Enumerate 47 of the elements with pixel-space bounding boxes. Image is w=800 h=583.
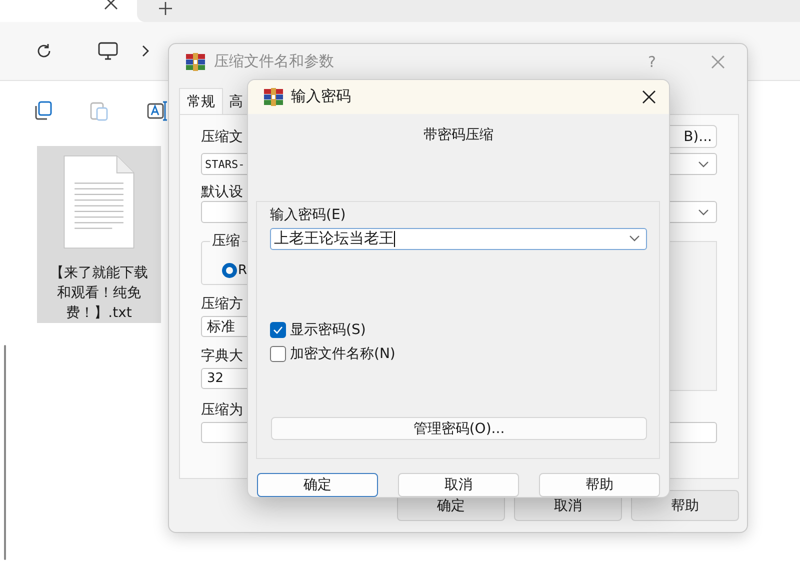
books-icon — [264, 88, 283, 106]
field-label: 压缩文 — [201, 128, 243, 144]
chevron-down-icon[interactable] — [698, 208, 709, 216]
copy-icon[interactable] — [33, 100, 52, 120]
close-icon[interactable] — [104, 0, 118, 10]
field-label: 压缩方 — [201, 296, 243, 312]
plus-icon[interactable] — [159, 2, 172, 15]
close-icon[interactable] — [642, 90, 656, 104]
checkbox-option[interactable]: 显示密码(S) — [270, 320, 647, 340]
password-field[interactable]: 上老王论坛当老王 — [270, 228, 647, 250]
dialog-button[interactable]: 确定 — [257, 473, 378, 497]
chevron-down-icon[interactable] — [698, 160, 709, 168]
dialog-button[interactable]: 帮助 — [539, 473, 660, 497]
field-text: 标准 — [207, 318, 235, 336]
chevron-down-icon[interactable] — [629, 235, 640, 242]
checkmark-icon — [273, 326, 283, 334]
books-icon — [186, 52, 205, 70]
file-name: 【来了就能下载和观看！纯免费！】.txt — [49, 264, 149, 323]
checkbox[interactable] — [270, 322, 286, 338]
field-label: 压缩为 — [201, 402, 243, 418]
dialog-button[interactable]: 帮助 — [631, 490, 739, 521]
file-item[interactable]: 【来了就能下载和观看！纯免费！】.txt — [37, 146, 161, 323]
checkbox-option[interactable]: 加密文件名称(N) — [270, 344, 647, 364]
group-label: 压缩 — [210, 233, 242, 249]
tab[interactable]: 常规 — [179, 88, 223, 114]
window-title: 压缩文件名和参数 — [214, 52, 335, 71]
monitor-icon[interactable] — [98, 42, 118, 60]
window-title: 输入密码 — [291, 87, 352, 106]
radio-button[interactable] — [222, 262, 237, 278]
field-label: 默认设 — [201, 184, 243, 200]
checkbox[interactable] — [270, 346, 286, 362]
tab[interactable]: 高 — [223, 88, 244, 114]
document-icon — [61, 155, 137, 249]
dialog-button[interactable]: 取消 — [398, 473, 519, 497]
field-text: 32 — [207, 371, 224, 386]
field-label: 输入密码(E) — [270, 206, 346, 223]
radio-option[interactable]: R — [222, 262, 248, 278]
text-cursor — [394, 230, 395, 247]
chevron-right-icon[interactable] — [142, 45, 149, 57]
field-text: STARS- — [205, 158, 245, 170]
password-text: 上老王论坛当老王 — [274, 229, 394, 248]
field-label: 字典大 — [201, 348, 243, 364]
manage-passwords-button[interactable]: 管理密码(O)... — [271, 417, 647, 440]
refresh-icon[interactable] — [36, 43, 52, 59]
dialog-heading: 带密码压缩 — [422, 126, 494, 143]
rename-icon[interactable] — [147, 100, 169, 120]
scrollbar[interactable] — [4, 345, 6, 560]
